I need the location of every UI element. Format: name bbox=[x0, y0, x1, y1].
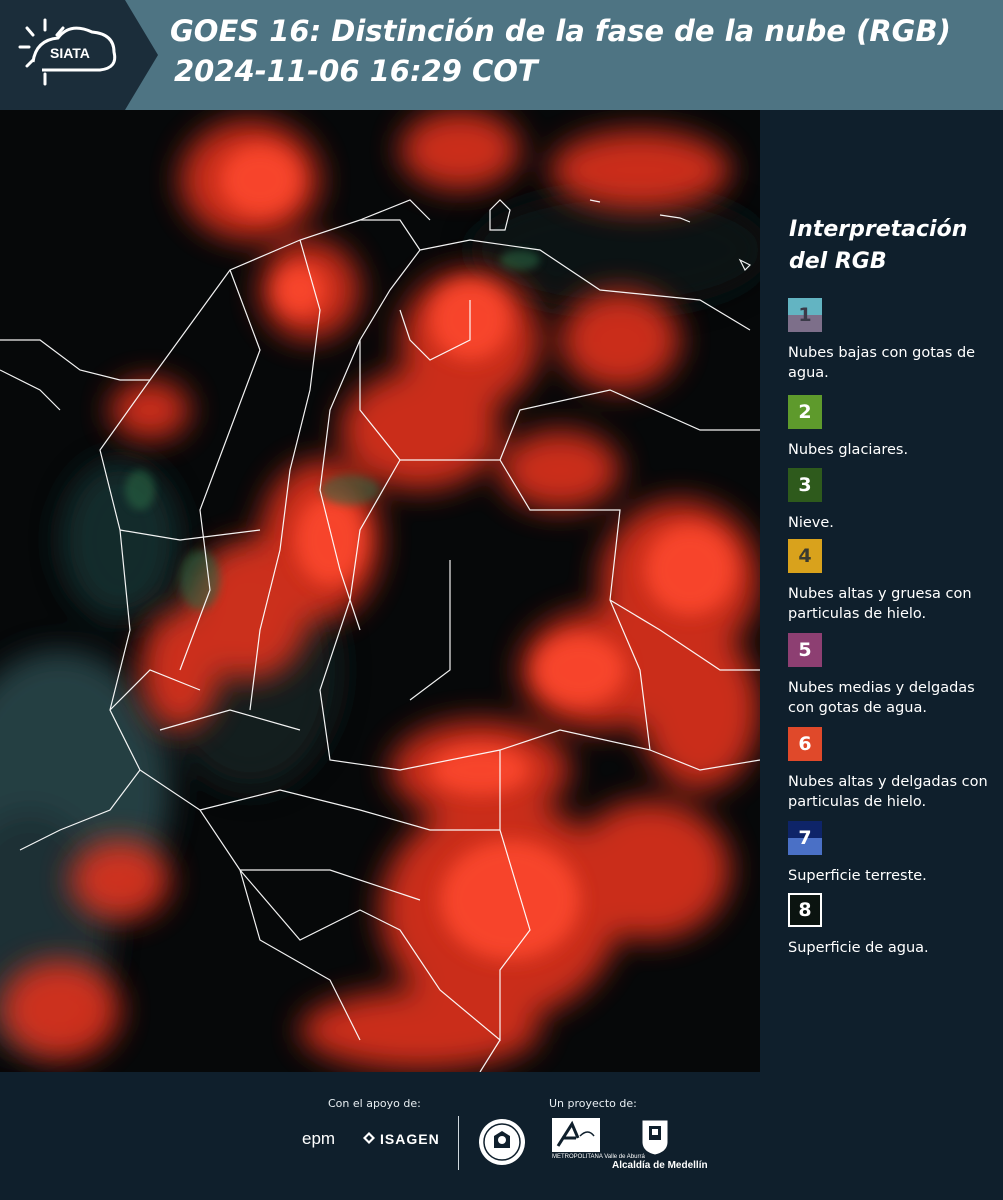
legend-swatch-3: 3 bbox=[788, 468, 822, 502]
legend-label-7: Superficie terreste. bbox=[788, 868, 927, 884]
legend-label-6: Nubes altas y delgadas con particulas de… bbox=[788, 774, 988, 810]
isagen-icon bbox=[362, 1130, 376, 1144]
legend-label-4: Nubes altas y gruesa con particulas de h… bbox=[788, 586, 972, 622]
isagen-logo: ISAGEN bbox=[380, 1131, 440, 1147]
header-bar: SIATA GOES 16: Distinción de la fase de … bbox=[0, 0, 1003, 110]
legend-swatch-4: 4 bbox=[788, 539, 822, 573]
legend-label-8: Superficie de agua. bbox=[788, 940, 929, 956]
legend-label-3: Nieve. bbox=[788, 515, 834, 531]
legend-panel: Interpretación del RGB 1 Nubes bajas con… bbox=[760, 110, 1003, 1072]
legend-label-2: Nubes glaciares. bbox=[788, 442, 909, 458]
legend-label-5: Nubes medias y delgadas con gotas de agu… bbox=[788, 680, 975, 716]
legend-label-1: Nubes bajas con gotas de agua. bbox=[788, 345, 976, 381]
epm-logo: epm bbox=[302, 1129, 336, 1148]
support-label: Con el apoyo de: bbox=[328, 1097, 421, 1110]
legend-swatch-7: 7 bbox=[788, 821, 822, 855]
page-title: GOES 16: Distinción de la fase de la nub… bbox=[170, 14, 951, 48]
legend-swatch-5: 5 bbox=[788, 633, 822, 667]
siata-logo: SIATA bbox=[0, 0, 160, 110]
alcaldia-shield-icon bbox=[640, 1118, 670, 1156]
legend-swatch-1: 1 bbox=[788, 298, 822, 332]
footer-divider bbox=[458, 1116, 459, 1170]
project-label: Un proyecto de: bbox=[549, 1097, 637, 1110]
satellite-map bbox=[0, 110, 760, 1072]
logo-text: SIATA bbox=[50, 45, 90, 61]
footer: Con el apoyo de: Un proyecto de: epm ISA… bbox=[0, 1072, 1003, 1200]
alcaldia-label: Alcaldía de Medellín bbox=[612, 1160, 708, 1171]
legend-swatch-8: 8 bbox=[788, 893, 822, 927]
legend-swatch-2: 2 bbox=[788, 395, 822, 429]
metropolitana-logo-icon bbox=[552, 1118, 600, 1152]
university-seal-icon bbox=[478, 1118, 526, 1166]
legend-title: Interpretación del RGB bbox=[789, 217, 968, 274]
legend-swatch-6: 6 bbox=[788, 727, 822, 761]
timestamp: 2024-11-06 16:29 COT bbox=[174, 54, 538, 88]
